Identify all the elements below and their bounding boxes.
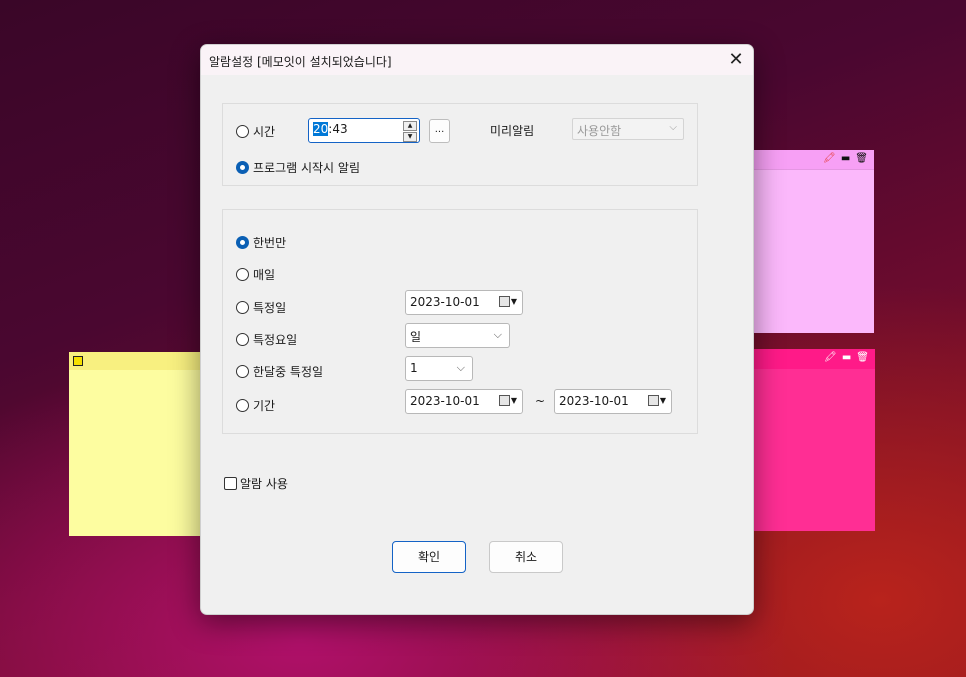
radio-dot xyxy=(236,365,249,378)
chevron-down-icon: ⌵ xyxy=(669,122,677,133)
alarm-settings-dialog: 알람설정 [메모잇이 설치되었습니다] ✕ 시간 20:43 ▲ ▼ ... 미… xyxy=(200,44,754,615)
note-titlebar[interactable]: 🖍 ▬ 🗑 xyxy=(748,150,874,170)
radio-dot xyxy=(236,301,249,314)
radio-once[interactable]: 한번만 xyxy=(236,234,286,251)
time-minutes: :43 xyxy=(328,122,348,136)
radio-dot xyxy=(236,125,249,138)
sticky-note-lilac[interactable]: 🖍 ▬ 🗑 xyxy=(748,150,874,333)
radio-label: 한달중 특정일 xyxy=(253,365,324,379)
time-input[interactable]: 20:43 ▲ ▼ xyxy=(308,118,420,143)
radio-label: 시간 xyxy=(253,125,276,139)
date-value: 2023-10-01 xyxy=(410,394,480,408)
close-button[interactable]: ✕ xyxy=(719,45,753,75)
time-hour: 20 xyxy=(313,122,329,136)
radio-label: 매일 xyxy=(253,268,276,282)
trash-icon[interactable]: 🗑 xyxy=(856,352,869,363)
period-tilde: ~ xyxy=(535,394,546,408)
spin-up-icon[interactable]: ▲ xyxy=(403,121,417,131)
calendar-dropdown-icon[interactable]: ▼ xyxy=(647,395,666,406)
note-titlebar[interactable]: 🖍 ▬ 🗑 xyxy=(748,349,875,369)
enable-alarm-checkbox[interactable]: 알람 사용 xyxy=(224,475,288,492)
sticky-note-yellow[interactable] xyxy=(69,352,205,536)
note-titlebar[interactable] xyxy=(69,352,205,370)
pre-alarm-select: 사용안함 ⌵ xyxy=(572,118,684,140)
checkbox-box[interactable] xyxy=(224,477,237,490)
pin-icon[interactable]: 🖍 xyxy=(823,153,836,164)
dialog-title: 알람설정 [메모잇이 설치되었습니다] xyxy=(209,55,392,69)
radio-dot xyxy=(236,333,249,346)
cancel-button[interactable]: 취소 xyxy=(489,541,563,573)
time-spinner[interactable]: ▲ ▼ xyxy=(403,121,417,142)
period-end-picker[interactable]: 2023-10-01 ▼ xyxy=(554,389,672,414)
radio-time[interactable]: 시간 xyxy=(236,123,275,140)
date-value: 2023-10-01 xyxy=(410,295,480,309)
minimize-icon[interactable]: ▬ xyxy=(841,153,850,164)
pre-alarm-value: 사용안함 xyxy=(577,124,622,138)
note-square-icon[interactable] xyxy=(73,356,83,366)
chevron-down-icon: ⌵ xyxy=(493,328,502,341)
weekday-value: 일 xyxy=(410,330,422,344)
pin-icon[interactable]: 🖍 xyxy=(824,352,837,363)
minimize-icon[interactable]: ▬ xyxy=(842,352,851,363)
radio-label: 한번만 xyxy=(253,236,287,250)
monthly-day-value: 1 xyxy=(410,361,418,375)
checkbox-label: 알람 사용 xyxy=(240,477,288,491)
time-picker-button[interactable]: ... xyxy=(429,119,450,143)
dialog-titlebar: 알람설정 [메모잇이 설치되었습니다] ✕ xyxy=(201,45,753,75)
radio-specific-date[interactable]: 특정일 xyxy=(236,299,286,316)
radio-program-start[interactable]: 프로그램 시작시 알림 xyxy=(236,159,360,176)
specific-date-picker[interactable]: 2023-10-01 ▼ xyxy=(405,290,523,315)
sticky-note-pink[interactable]: 🖍 ▬ 🗑 xyxy=(748,349,875,531)
radio-label: 특정요일 xyxy=(253,333,298,347)
spin-down-icon[interactable]: ▼ xyxy=(403,132,417,142)
radio-daily[interactable]: 매일 xyxy=(236,266,275,283)
radio-period[interactable]: 기간 xyxy=(236,397,275,414)
monthly-day-select[interactable]: 1 ⌵ xyxy=(405,356,473,381)
radio-monthly-day[interactable]: 한달중 특정일 xyxy=(236,363,323,380)
weekday-select[interactable]: 일 ⌵ xyxy=(405,323,510,348)
date-value: 2023-10-01 xyxy=(559,394,629,408)
chevron-down-icon: ⌵ xyxy=(456,361,465,374)
period-start-picker[interactable]: 2023-10-01 ▼ xyxy=(405,389,523,414)
radio-dot xyxy=(236,161,249,174)
radio-label: 특정일 xyxy=(253,301,287,315)
trash-icon[interactable]: 🗑 xyxy=(855,153,868,164)
ok-button[interactable]: 확인 xyxy=(392,541,466,573)
radio-dot xyxy=(236,399,249,412)
radio-dot xyxy=(236,236,249,249)
radio-dot xyxy=(236,268,249,281)
calendar-dropdown-icon[interactable]: ▼ xyxy=(498,296,517,307)
pre-alarm-label: 미리알림 xyxy=(490,124,535,138)
radio-label: 프로그램 시작시 알림 xyxy=(253,161,360,175)
calendar-dropdown-icon[interactable]: ▼ xyxy=(498,395,517,406)
radio-weekday[interactable]: 특정요일 xyxy=(236,331,297,348)
radio-label: 기간 xyxy=(253,399,276,413)
